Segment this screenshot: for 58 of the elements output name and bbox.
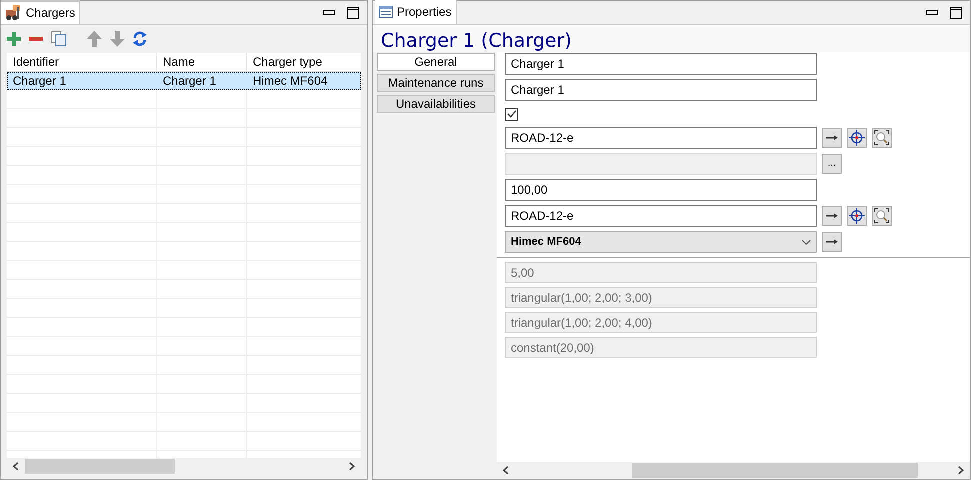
readonly-field: triangular(1,00; 2,00; 3,00) bbox=[505, 287, 817, 308]
locate-button[interactable] bbox=[847, 206, 867, 226]
zoom-fit-icon bbox=[874, 130, 890, 146]
readonly-field: constant(20,00) bbox=[505, 337, 817, 358]
add-icon[interactable] bbox=[7, 32, 21, 46]
browse-button[interactable]: ... bbox=[822, 154, 842, 174]
scroll-right-icon[interactable] bbox=[349, 462, 355, 471]
properties-tab[interactable]: Properties bbox=[375, 0, 457, 24]
text-field[interactable]: Charger 1 bbox=[505, 79, 817, 101]
text-field[interactable]: ROAD-12-e bbox=[505, 127, 817, 149]
crosshair-icon bbox=[849, 130, 865, 146]
zoom-button[interactable] bbox=[872, 128, 892, 148]
go-to-button[interactable] bbox=[822, 128, 842, 148]
zoom-fit-icon bbox=[874, 208, 890, 224]
crosshair-icon bbox=[849, 208, 865, 224]
horizontal-scrollbar[interactable] bbox=[497, 462, 970, 479]
table-cell-text: Charger 1 bbox=[12, 73, 68, 90]
text-field[interactable]: Charger 1 bbox=[505, 53, 817, 75]
zoom-button[interactable] bbox=[872, 206, 892, 226]
column-header[interactable]: Name bbox=[157, 53, 247, 71]
readonly-field: 5,00 bbox=[505, 262, 817, 283]
tab-label: Chargers bbox=[26, 5, 76, 22]
readonly-field: triangular(1,00; 2,00; 4,00) bbox=[505, 312, 817, 333]
minimize-icon[interactable] bbox=[926, 10, 938, 16]
dropdown[interactable]: Himec MF604 bbox=[505, 231, 817, 253]
scrollbar-thumb[interactable] bbox=[25, 459, 175, 474]
text-field[interactable]: ROAD-12-e bbox=[505, 205, 817, 227]
section-tab[interactable]: General bbox=[377, 53, 495, 71]
locate-button[interactable] bbox=[847, 128, 867, 148]
column-header[interactable]: Identifier bbox=[7, 53, 157, 71]
go-to-button[interactable] bbox=[822, 232, 842, 252]
table-cell-text: Charger 1 bbox=[162, 73, 218, 90]
object-title: Charger 1 (Charger) bbox=[381, 30, 572, 52]
go-to-button[interactable] bbox=[822, 206, 842, 226]
table-icon bbox=[379, 6, 393, 18]
table-row[interactable]: Charger 1 Charger 1 Himec MF604 bbox=[7, 72, 361, 90]
minimize-icon[interactable] bbox=[323, 10, 335, 16]
tab-label: Properties bbox=[397, 4, 452, 21]
arrow-right-icon bbox=[826, 239, 838, 245]
forklift-icon bbox=[5, 5, 22, 21]
chevron-down-icon bbox=[802, 240, 811, 244]
copy-icon[interactable] bbox=[51, 31, 67, 47]
chargers-tab[interactable]: Chargers bbox=[1, 0, 80, 24]
text-field[interactable]: 100,00 bbox=[505, 179, 817, 201]
maximize-icon[interactable] bbox=[950, 6, 962, 18]
checkbox[interactable] bbox=[505, 108, 518, 120]
arrow-right-icon bbox=[826, 135, 838, 141]
section-tab[interactable]: Unavailabilities bbox=[377, 95, 495, 113]
scrollbar-thumb[interactable] bbox=[632, 463, 918, 478]
scroll-left-icon[interactable] bbox=[503, 466, 509, 475]
scroll-right-icon[interactable] bbox=[958, 466, 964, 475]
section-tab[interactable]: Maintenance runs bbox=[377, 74, 495, 92]
column-header[interactable]: Charger type bbox=[247, 53, 361, 71]
scroll-left-icon[interactable] bbox=[13, 462, 19, 471]
arrow-right-icon bbox=[826, 213, 838, 219]
table-cell-text: Himec MF604 bbox=[252, 73, 329, 90]
refresh-icon[interactable] bbox=[133, 31, 147, 47]
maximize-icon[interactable] bbox=[347, 6, 359, 18]
